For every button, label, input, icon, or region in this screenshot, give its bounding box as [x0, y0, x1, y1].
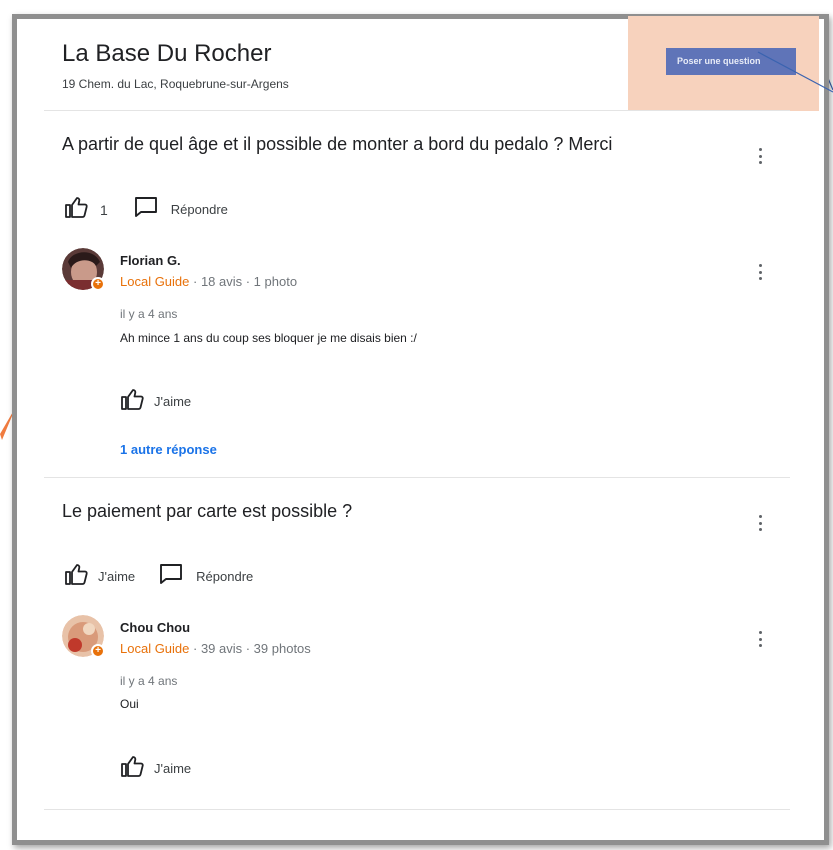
ask-question-button[interactable]: Poser une question: [666, 48, 796, 75]
more-vert-icon[interactable]: [755, 146, 765, 166]
thumbs-up-icon[interactable]: [120, 388, 144, 415]
answer-author-meta: Local Guide · 39 avis · 39 photos: [120, 641, 311, 656]
reply-button[interactable]: Répondre: [171, 202, 228, 217]
like-button-label[interactable]: J'aime: [154, 761, 191, 776]
local-guide-label[interactable]: Local Guide: [120, 641, 189, 656]
question-text: A partir de quel âge et il possible de m…: [62, 134, 613, 154]
like-count: 1: [100, 201, 108, 218]
question-actions: J'aime Répondre: [64, 563, 253, 590]
question-text: Le paiement par carte est possible ?: [62, 501, 353, 521]
question-divider: [44, 477, 790, 478]
avatar[interactable]: +: [62, 248, 105, 291]
answer-like-row: J'aime: [120, 388, 191, 415]
answer-author[interactable]: Florian G.: [120, 253, 181, 268]
answer-like-row: J'aime: [120, 755, 191, 782]
answer-text: Ah mince 1 ans du coup ses bloquer je me…: [120, 331, 417, 345]
comment-icon[interactable]: [134, 196, 158, 223]
answer-author-meta: Local Guide · 18 avis · 1 photo: [120, 274, 297, 289]
local-guide-label[interactable]: Local Guide: [120, 274, 189, 289]
more-answers-link[interactable]: 1 autre réponse: [120, 442, 217, 457]
like-button-label[interactable]: J'aime: [154, 394, 191, 409]
comment-icon[interactable]: [159, 563, 183, 590]
more-vert-icon[interactable]: [755, 629, 765, 649]
answer-timestamp: il y a 4 ans: [120, 307, 178, 321]
header-divider: [44, 110, 790, 111]
thumbs-up-icon[interactable]: [64, 196, 88, 223]
author-stats: · 18 avis · 1 photo: [189, 274, 298, 289]
avatar[interactable]: +: [62, 615, 105, 658]
bottom-divider: [44, 809, 790, 810]
thumbs-up-icon[interactable]: [64, 563, 88, 590]
place-title: La Base Du Rocher: [62, 40, 272, 67]
question-actions: 1 Répondre: [64, 196, 228, 223]
local-guide-badge-icon: +: [91, 277, 105, 291]
answer-text: Oui: [120, 697, 139, 711]
more-vert-icon[interactable]: [755, 513, 765, 533]
answer-author[interactable]: Chou Chou: [120, 620, 190, 635]
answer-timestamp: il y a 4 ans: [120, 674, 178, 688]
place-address: 19 Chem. du Lac, Roquebrune-sur-Argens: [62, 77, 289, 91]
reply-button[interactable]: Répondre: [196, 569, 253, 584]
more-vert-icon[interactable]: [755, 262, 765, 282]
author-stats: · 39 avis · 39 photos: [189, 641, 311, 656]
thumbs-up-icon[interactable]: [120, 755, 144, 782]
local-guide-badge-icon: +: [91, 644, 105, 658]
like-button-label[interactable]: J'aime: [98, 569, 135, 584]
